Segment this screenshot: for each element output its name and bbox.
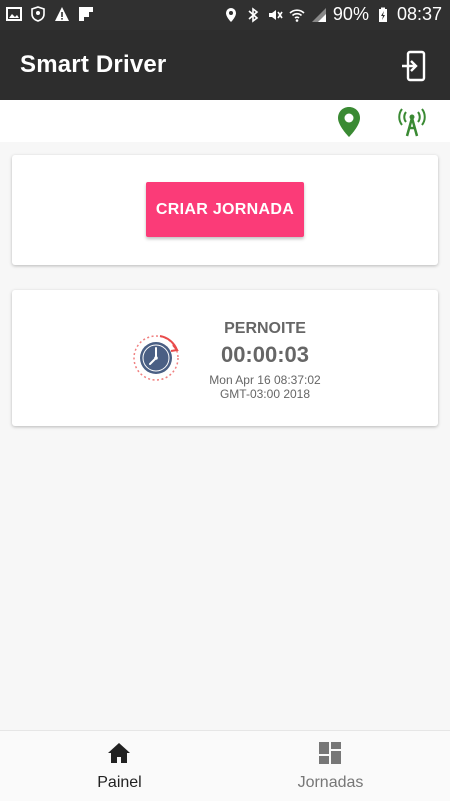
wifi-icon <box>289 8 305 22</box>
bottom-navigation: Painel Jornadas <box>0 730 450 801</box>
dashboard-icon <box>319 742 341 764</box>
status-right-icons: 90% 08:37 <box>223 4 442 25</box>
gallery-icon <box>6 7 22 21</box>
signal-tower-icon <box>398 108 426 137</box>
location-icon <box>225 7 236 22</box>
logout-icon[interactable] <box>400 50 428 82</box>
nav-item-jornadas[interactable]: Jornadas <box>218 731 443 801</box>
status-left-icons <box>6 6 94 22</box>
journey-type: PERNOITE <box>224 320 306 337</box>
journey-date-line1: Mon Apr 16 08:37:02 <box>209 373 321 387</box>
journey-date: Mon Apr 16 08:37:02 GMT-03:00 2018 <box>192 373 338 401</box>
app-bar: Smart Driver <box>0 30 450 100</box>
shield-icon <box>31 6 45 22</box>
mute-icon <box>268 9 283 20</box>
status-bar: 90% 08:37 <box>0 0 450 30</box>
battery-percent: 90% <box>332 4 369 24</box>
bluetooth-icon <box>248 6 259 23</box>
home-icon <box>108 743 130 763</box>
nav-item-painel[interactable]: Painel <box>7 731 232 801</box>
battery-icon <box>378 7 387 22</box>
gps-location-icon <box>338 107 360 137</box>
nav-label-jornadas: Jornadas <box>297 774 364 791</box>
criar-jornada-button[interactable]: CRIAR JORNADA <box>146 182 304 237</box>
create-journey-card: CRIAR JORNADA <box>12 155 438 265</box>
journey-timer: 00:00:03 <box>220 342 310 367</box>
app-title: Smart Driver <box>20 51 167 78</box>
warning-icon <box>55 7 69 21</box>
flipboard-icon <box>79 7 93 21</box>
clock-icon <box>133 335 179 381</box>
indicator-bar <box>0 100 450 142</box>
journey-date-line2: GMT-03:00 2018 <box>219 387 311 401</box>
status-time: 08:37 <box>396 4 442 24</box>
signal-icon <box>311 7 326 22</box>
nav-label-painel: Painel <box>97 774 142 791</box>
journey-status-card: PERNOITE 00:00:03 Mon Apr 16 08:37:02 GM… <box>12 290 438 426</box>
